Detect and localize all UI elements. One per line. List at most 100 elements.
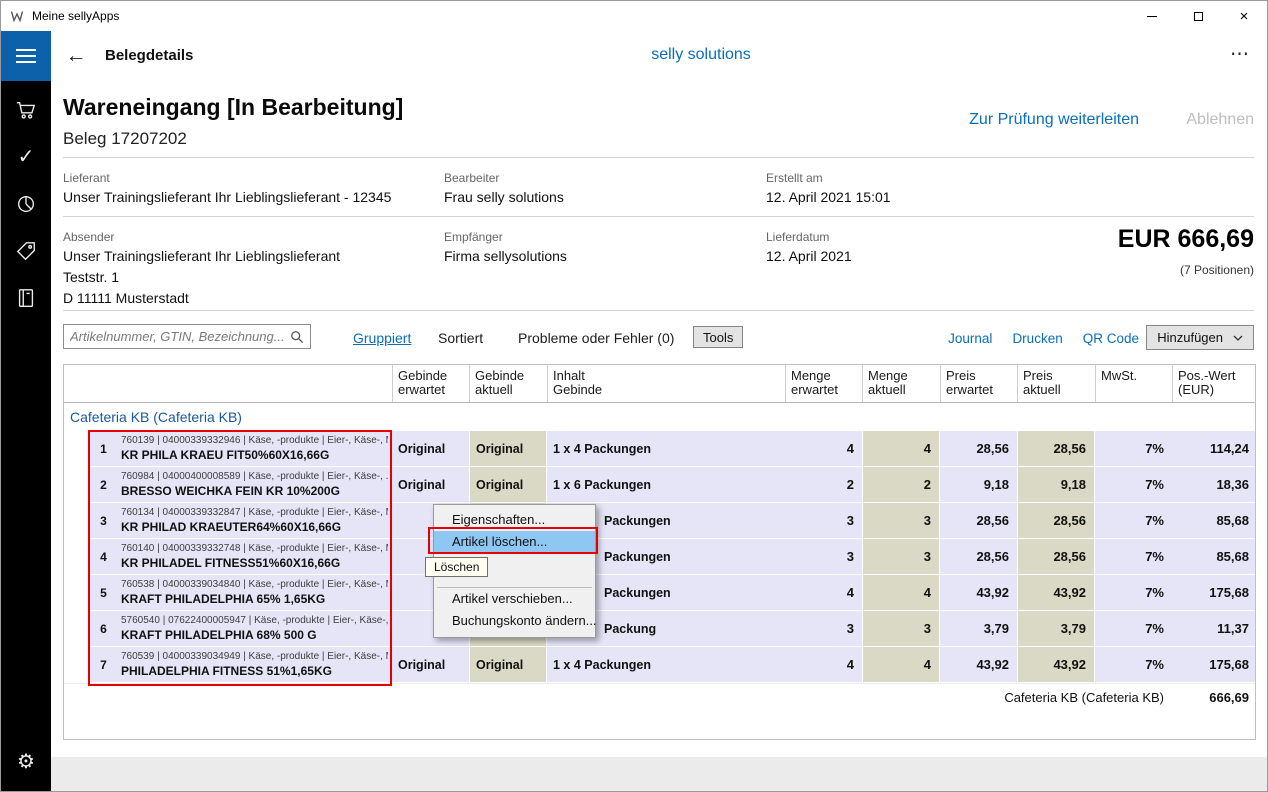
hamburger-menu-button[interactable] [1, 31, 51, 81]
sidebar-item-settings[interactable]: ⚙ [1, 738, 51, 785]
sidebar-item-cart[interactable] [1, 86, 51, 133]
hinzufuegen-button[interactable]: Hinzufügen [1146, 325, 1254, 350]
row-description: 5760540 | 07622400005947 | Käse, -produk… [117, 611, 392, 646]
row-gutter [64, 611, 90, 646]
absender-line3: D 11111 Musterstadt [63, 290, 189, 306]
menu-item-artikel-loeschen[interactable]: Artikel löschen... [434, 531, 595, 553]
col-header-gebinde-erwartet: Gebinde erwartet [392, 365, 469, 402]
cell-gebinde-aktuell[interactable]: Original [469, 467, 547, 502]
cell-preis-aktuell[interactable]: 43,92 [1017, 575, 1095, 610]
sidebar: ✓ ⚙ [1, 81, 51, 791]
minimize-button[interactable] [1129, 1, 1175, 31]
journal-link[interactable]: Journal [948, 331, 992, 346]
table-row[interactable]: 7 760539 | 04000339034949 | Käse, -produ… [64, 647, 1255, 683]
menu-item-artikel-verschieben[interactable]: Artikel verschieben... [434, 588, 595, 610]
table-row[interactable]: 5 760538 | 04000339034840 | Käse, -produ… [64, 575, 1255, 611]
row-gutter [64, 431, 90, 466]
cell-preis-erwartet: 43,92 [940, 575, 1017, 610]
cell-pos-wert: 18,36 [1172, 467, 1257, 502]
close-button[interactable]: × [1221, 1, 1267, 31]
cell-menge-aktuell[interactable]: 3 [862, 539, 940, 574]
cell-mwst: 7% [1095, 647, 1172, 682]
cell-menge-aktuell[interactable]: 3 [862, 503, 940, 538]
row-number: 1 [90, 431, 117, 466]
erstellt-am-value: 12. April 2021 15:01 [766, 189, 891, 205]
cell-gebinde-aktuell[interactable]: Original [469, 647, 547, 682]
row-article-name: KRAFT PHILADELPHIA 65% 1,65KG [121, 591, 388, 607]
minimize-icon [1147, 16, 1157, 17]
tools-button[interactable]: Tools [693, 326, 743, 348]
cell-pos-wert: 114,24 [1172, 431, 1257, 466]
cell-preis-aktuell[interactable]: 28,56 [1017, 503, 1095, 538]
cell-menge-aktuell[interactable]: 4 [862, 647, 940, 682]
sidebar-item-journal[interactable] [1, 274, 51, 321]
cell-preis-aktuell[interactable]: 43,92 [1017, 647, 1095, 682]
filter-gruppiert[interactable]: Gruppiert [353, 330, 411, 346]
back-button[interactable]: ← [61, 42, 91, 70]
filter-sortiert[interactable]: Sortiert [438, 330, 483, 346]
table-row[interactable]: 3 760134 | 04000339332847 | Käse, -produ… [64, 503, 1255, 539]
reject-link[interactable]: Ablehnen [1186, 111, 1254, 129]
forward-for-review-link[interactable]: Zur Prüfung weiterleiten [969, 111, 1139, 129]
search-input[interactable] [70, 329, 290, 344]
row-description: 760140 | 04000339332748 | Käse, -produkt… [117, 539, 392, 574]
gear-icon: ⚙ [17, 752, 35, 772]
table-row[interactable]: 1 760139 | 04000339332946 | Käse, -produ… [64, 431, 1255, 467]
action-links: Journal Drucken QR Code [948, 331, 1139, 346]
col-header-menge-aktuell: Menge aktuell [862, 365, 940, 402]
app-header: ← Belegdetails selly solutions ⋯ [1, 31, 1267, 81]
more-options-button[interactable]: ⋯ [1230, 43, 1249, 66]
cell-menge-aktuell[interactable]: 2 [862, 467, 940, 502]
cell-gebinde-erwartet: Original [392, 647, 469, 682]
cell-inhalt-gebinde: 1 x 4 Packungen [547, 647, 785, 682]
table-row[interactable]: 4 760140 | 04000339332748 | Käse, -produ… [64, 539, 1255, 575]
row-description: 760539 | 04000339034949 | Käse, -produkt… [117, 647, 392, 682]
sidebar-item-tasks[interactable]: ✓ [1, 133, 51, 180]
row-article-name: KRAFT PHILADELPHIA 68% 500 G [121, 627, 388, 643]
cell-menge-aktuell[interactable]: 3 [862, 611, 940, 646]
table-row[interactable]: 2 760984 | 04000400008589 | Käse, -produ… [64, 467, 1255, 503]
col-header-article [117, 365, 392, 402]
cell-preis-aktuell[interactable]: 3,79 [1017, 611, 1095, 646]
cell-gebinde-aktuell[interactable]: Original [469, 431, 547, 466]
sidebar-item-tags[interactable] [1, 227, 51, 274]
cell-pos-wert: 85,68 [1172, 539, 1257, 574]
row-article-meta: 760140 | 04000339332748 | Käse, -produkt… [121, 542, 388, 555]
window-controls: × [1129, 1, 1267, 31]
row-description: 760538 | 04000339034840 | Käse, -produkt… [117, 575, 392, 610]
row-article-name: KR PHILADEL FITNESS51%60X16,66G [121, 555, 388, 571]
col-header-inhalt-gebinde: Inhalt Gebinde [547, 365, 785, 402]
menu-item-eigenschaften[interactable]: Eigenschaften... [434, 509, 595, 531]
cell-menge-aktuell[interactable]: 4 [862, 431, 940, 466]
cart-icon [15, 99, 37, 121]
cell-menge-aktuell[interactable]: 4 [862, 575, 940, 610]
table-row[interactable]: 6 5760540 | 07622400005947 | Käse, -prod… [64, 611, 1255, 647]
search-box [63, 324, 311, 349]
cell-preis-aktuell[interactable]: 9,18 [1017, 467, 1095, 502]
search-icon[interactable] [290, 330, 304, 344]
footer-group-label: Cafeteria KB (Cafeteria KB) [64, 690, 1172, 705]
row-article-meta: 760139 | 04000339332946 | Käse, -produkt… [121, 434, 388, 447]
book-icon [15, 287, 37, 309]
maximize-icon [1194, 12, 1203, 21]
filter-probleme-fehler[interactable]: Probleme oder Fehler (0) [518, 330, 674, 346]
app-window: Meine sellyApps × ← Belegdetails selly s… [0, 0, 1268, 792]
maximize-button[interactable] [1175, 1, 1221, 31]
cell-menge-erwartet: 3 [785, 611, 862, 646]
cell-preis-aktuell[interactable]: 28,56 [1017, 539, 1095, 574]
divider [63, 310, 1254, 311]
group-header[interactable]: Cafeteria KB (Cafeteria KB) [64, 403, 1255, 431]
cell-preis-aktuell[interactable]: 28,56 [1017, 431, 1095, 466]
qr-code-link[interactable]: QR Code [1083, 331, 1139, 346]
sidebar-item-statistics[interactable] [1, 180, 51, 227]
row-gutter [64, 503, 90, 538]
cell-mwst: 7% [1095, 575, 1172, 610]
document-subtitle: Beleg 17207202 [63, 129, 187, 149]
drucken-link[interactable]: Drucken [1012, 331, 1062, 346]
cell-menge-erwartet: 4 [785, 575, 862, 610]
menu-item-buchungskonto-aendern[interactable]: Buchungskonto ändern... [434, 610, 595, 632]
cell-preis-erwartet: 43,92 [940, 647, 1017, 682]
cell-mwst: 7% [1095, 467, 1172, 502]
row-article-meta: 760539 | 04000339034949 | Käse, -produkt… [121, 650, 388, 663]
absender-line2: Teststr. 1 [63, 269, 119, 285]
